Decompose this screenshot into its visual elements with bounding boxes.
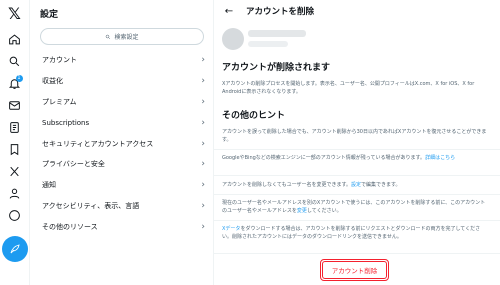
- list-icon[interactable]: [6, 118, 24, 136]
- hints-heading: その他のヒント: [222, 111, 286, 121]
- chevron-right-icon: ›: [201, 138, 205, 149]
- delete-account-button[interactable]: アカウント削除: [322, 261, 387, 279]
- hint-reuse-email: 現在のユーザー名やメールアドレスを別のXアカウントで使うには、このアカウントを削…: [222, 200, 486, 214]
- settings-menu: アカウント › 収益化 › プレミアム › Subscriptions › セキュリティ…: [30, 50, 214, 237]
- x-data-link[interactable]: Xデータ: [222, 226, 240, 232]
- deletion-description: Xアカウントの削除プロセスを開始します。表示名、ユーザー名、公開プロフィールはX…: [222, 81, 475, 95]
- search-placeholder: 検索設定: [114, 34, 139, 41]
- compose-icon[interactable]: [2, 236, 28, 262]
- bookmark-icon[interactable]: [6, 140, 24, 158]
- divider: [214, 194, 500, 195]
- settings-item-resources[interactable]: その他のリソース ›: [30, 216, 214, 237]
- chevron-right-icon: ›: [201, 76, 205, 87]
- x-premium-icon[interactable]: [6, 162, 24, 180]
- settings-item-security[interactable]: セキュリティとアカウントアクセス ›: [30, 133, 214, 154]
- settings-link[interactable]: 設定: [351, 182, 361, 188]
- settings-item-subscriptions[interactable]: Subscriptions ›: [30, 112, 214, 133]
- blurred-display-name: [248, 30, 306, 37]
- divider: [214, 175, 500, 176]
- page-title: アカウントを削除: [246, 7, 315, 17]
- mail-icon[interactable]: [6, 96, 24, 114]
- settings-item-account[interactable]: アカウント ›: [30, 50, 214, 71]
- home-icon[interactable]: [6, 30, 24, 48]
- primary-nav-rail: 𝕏 1: [0, 0, 30, 285]
- settings-column: 設定 検索設定 アカウント › 収益化 › プレミアム › Subscriptions…: [30, 0, 214, 285]
- bell-icon[interactable]: 1: [6, 74, 24, 92]
- learn-more-link[interactable]: 詳細はこちら: [425, 155, 455, 161]
- blurred-username: [248, 41, 288, 47]
- chevron-right-icon: ›: [201, 96, 205, 107]
- settings-item-privacy[interactable]: プライバシーと安全 ›: [30, 154, 214, 175]
- hint-download-data: Xデータをダウンロードする場合は、アカウントを削除する前にリクエストとダウンロー…: [222, 226, 481, 240]
- search-icon[interactable]: [6, 52, 24, 70]
- back-arrow-icon[interactable]: ←: [218, 6, 240, 17]
- chevron-right-icon: ›: [201, 55, 205, 66]
- chevron-right-icon: ›: [201, 200, 205, 211]
- hint-search-engines: GoogleやBingなどの検索エンジンに一部のアカウント情報が残っている場合が…: [222, 155, 456, 161]
- settings-item-premium[interactable]: プレミアム ›: [30, 92, 214, 113]
- panel-header: ← アカウントを削除: [214, 0, 500, 22]
- more-icon[interactable]: [6, 206, 24, 224]
- notification-badge: 1: [15, 75, 23, 82]
- divider: [214, 253, 500, 254]
- chevron-right-icon: ›: [201, 159, 205, 170]
- settings-item-monetization[interactable]: 収益化 ›: [30, 71, 214, 92]
- divider: [214, 220, 500, 221]
- delete-account-panel: ← アカウントを削除 アカウントが削除されます Xアカウントの削除プロセスを開始…: [214, 0, 500, 285]
- hint-change-username: アカウントを削除しなくてもユーザー名を変更できます。設定で編集できます。: [222, 182, 401, 188]
- settings-search-input[interactable]: 検索設定: [40, 28, 204, 45]
- hint-restore: アカウントを誤って削除した場合でも、アカウント削除から30日以内であればXアカウ…: [222, 129, 487, 143]
- app-window: 𝕏 1 設定 検索設定 アカウント › 収益化 › プレミアム › Subscr…: [0, 0, 500, 285]
- settings-title: 設定: [40, 10, 59, 20]
- chevron-right-icon: ›: [201, 117, 205, 128]
- chevron-right-icon: ›: [201, 221, 205, 232]
- divider: [214, 149, 500, 150]
- settings-item-notifications[interactable]: 通知 ›: [30, 175, 214, 196]
- search-icon: [106, 34, 111, 39]
- chevron-right-icon: ›: [201, 180, 205, 191]
- person-icon[interactable]: [6, 184, 24, 202]
- x-logo-icon[interactable]: 𝕏: [6, 4, 24, 24]
- deletion-heading: アカウントが削除されます: [222, 63, 331, 73]
- avatar: [222, 28, 244, 50]
- settings-item-accessibility[interactable]: アクセシビリティ、表示、言語 ›: [30, 196, 214, 217]
- change-link[interactable]: 変更: [297, 208, 307, 214]
